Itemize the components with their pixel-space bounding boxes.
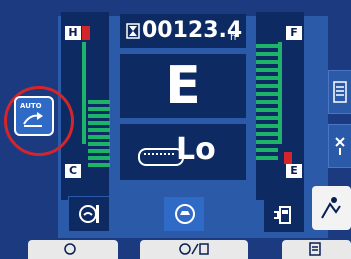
travel-speed-display: Lo: [120, 124, 246, 180]
coolant-level-bar: [88, 156, 110, 160]
hour-meter: 00123.4 h: [120, 14, 246, 48]
coolant-level-bar: [88, 149, 110, 153]
document-icon: [333, 81, 347, 103]
coolant-level-bar: [88, 163, 110, 167]
bottom-tab-1[interactable]: [28, 240, 118, 259]
fuel-pump-icon: [274, 206, 291, 224]
operator-icon: [321, 197, 341, 219]
work-mode-letter: E: [165, 56, 201, 116]
fuel-level-bar: [256, 60, 278, 64]
coolant-temperature-icon: [79, 205, 99, 223]
fuel-level-bar: [256, 108, 278, 112]
fuel-empty-zone: [284, 152, 292, 164]
coolant-level-bar: [88, 142, 110, 146]
fuel-empty-tag: E: [286, 164, 302, 178]
travel-speed-label: Lo: [176, 132, 216, 167]
auto-deceleration-button[interactable]: AUTO: [14, 96, 54, 136]
auto-deceleration-label: AUTO: [20, 102, 42, 110]
coolant-level-bar: [88, 107, 110, 111]
fuel-full-tag: F: [286, 26, 302, 40]
fuel-level-bar: [256, 116, 278, 120]
fuel-level-bar: [256, 44, 278, 48]
fuel-level-bar: [256, 148, 278, 152]
fuel-level-bar: [256, 124, 278, 128]
fuel-level-bar: [256, 92, 278, 96]
coolant-level-bar: [88, 135, 110, 139]
maintenance-tab-icon: [179, 243, 209, 255]
coolant-level-bar: [88, 128, 110, 132]
coolant-level-bar: [88, 114, 110, 118]
fuel-scale-line: [278, 42, 282, 144]
right-settings-button[interactable]: [328, 124, 351, 168]
hour-meter-value: 00123.4: [142, 18, 243, 43]
coolant-hot-tag: H: [65, 26, 81, 40]
engine-status-icon-box: [163, 196, 205, 232]
hour-meter-unit: h: [230, 32, 237, 43]
fuel-level-bar: [256, 100, 278, 104]
coolant-level-bar: [88, 100, 110, 104]
fuel-level-bar: [256, 156, 278, 160]
work-mode-display: E: [120, 54, 246, 118]
operator-mode-button[interactable]: [312, 186, 351, 230]
bottom-tab-2[interactable]: [140, 240, 248, 259]
coolant-level-bar: [88, 121, 110, 125]
fuel-level-gauge: F E: [256, 12, 304, 200]
coolant-cold-tag: C: [65, 164, 81, 178]
fuel-level-bar: [256, 84, 278, 88]
fuel-level-bar: [256, 132, 278, 136]
right-menu-button[interactable]: [328, 70, 351, 114]
fuel-level-bar: [256, 52, 278, 56]
fuel-icon-box: [264, 198, 304, 232]
tool-icon: [335, 137, 345, 155]
engine-icon: [175, 204, 195, 224]
fuel-level-bar: [256, 68, 278, 72]
engine-tab-icon: [64, 243, 76, 255]
coolant-temp-icon-box: [68, 196, 110, 232]
coolant-scale-line: [82, 42, 86, 144]
coolant-hot-zone: [82, 26, 90, 40]
auto-decel-arrow-icon: [23, 112, 43, 127]
hourglass-icon: [126, 23, 140, 39]
list-tab-icon: [309, 242, 321, 256]
fuel-level-bar: [256, 76, 278, 80]
fuel-level-bar: [256, 140, 278, 144]
bottom-tab-3[interactable]: [282, 240, 351, 259]
